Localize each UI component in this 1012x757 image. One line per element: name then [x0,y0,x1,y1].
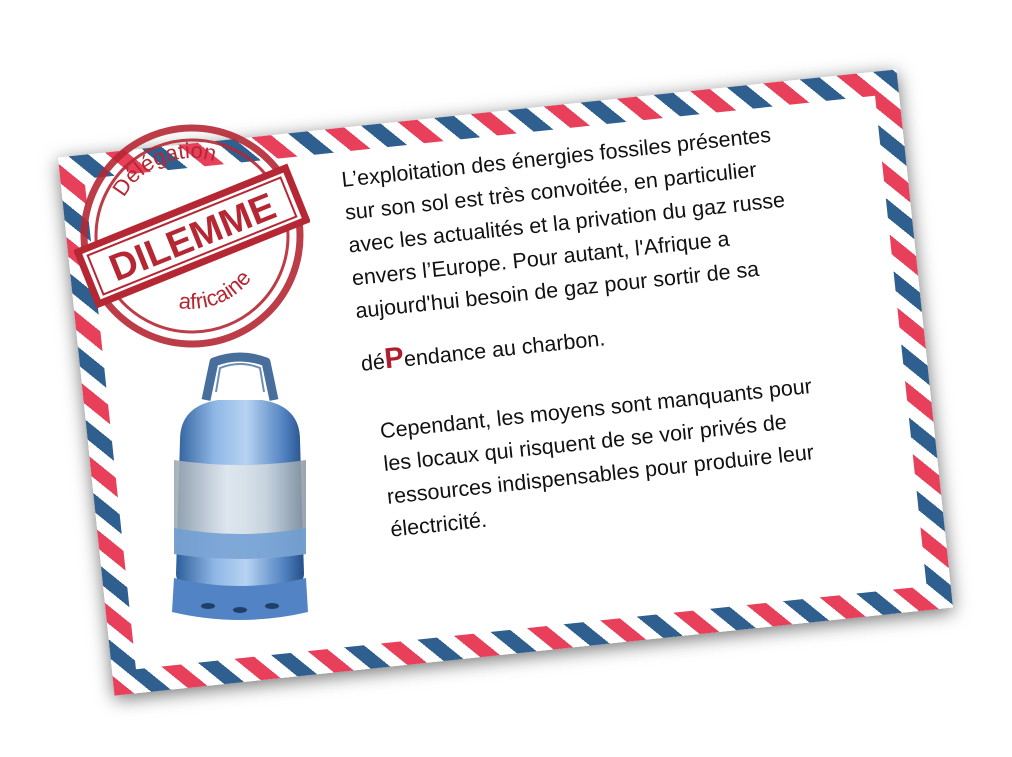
dilemme-stamp: Délégation africaine DILEMME [74,123,310,348]
dependance-prefix: dé [359,349,387,376]
gas-cylinder-icon [172,352,308,620]
dependance-suffix: endance au charbon. [402,326,607,372]
main-text: L’exploitation des énergies fossiles pré… [340,108,917,548]
